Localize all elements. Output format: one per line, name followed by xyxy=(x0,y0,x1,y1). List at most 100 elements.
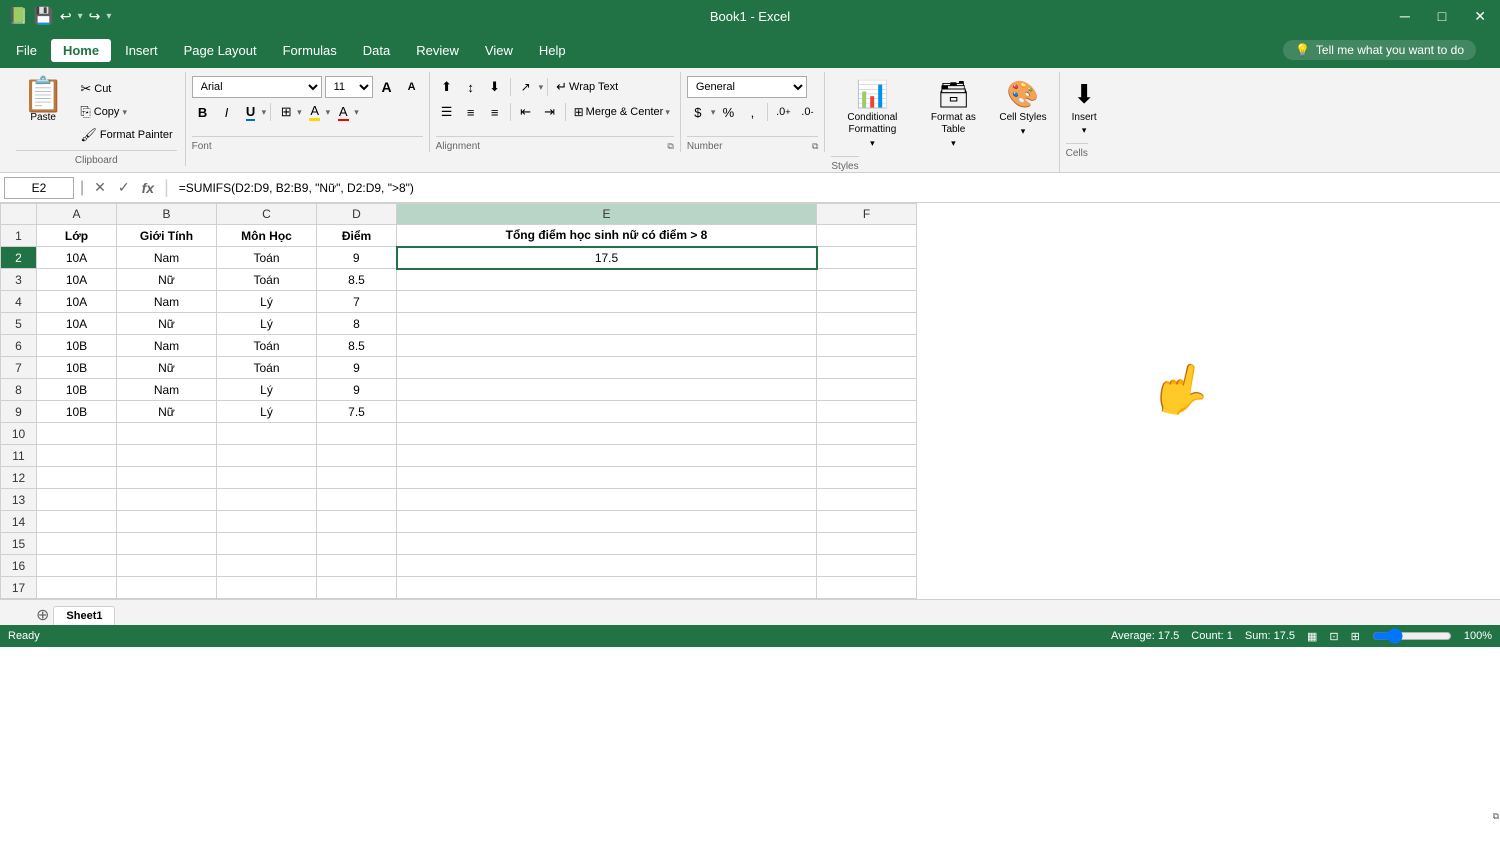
cell-c2[interactable]: Toán xyxy=(217,247,317,269)
cell-f10[interactable] xyxy=(817,423,917,445)
cell-c11[interactable] xyxy=(217,445,317,467)
cell-c8[interactable]: Lý xyxy=(217,379,317,401)
cell-d5[interactable]: 8 xyxy=(317,313,397,335)
row-header-17[interactable]: 17 xyxy=(1,577,37,599)
cell-a7[interactable]: 10B xyxy=(37,357,117,379)
format-painter-button[interactable]: 🖌 Format Painter xyxy=(76,124,176,146)
quick-access-more[interactable]: ▾ xyxy=(106,11,111,22)
cell-a8[interactable]: 10B xyxy=(37,379,117,401)
cell-e15[interactable] xyxy=(397,533,817,555)
cell-d15[interactable] xyxy=(317,533,397,555)
cell-b9[interactable]: Nữ xyxy=(117,401,217,423)
font-color-dropdown[interactable]: ▾ xyxy=(354,107,359,118)
row-header-3[interactable]: 3 xyxy=(1,269,37,291)
wrap-text-button[interactable]: ↵ Wrap Text xyxy=(552,76,622,98)
cell-b12[interactable] xyxy=(117,467,217,489)
fill-color-dropdown[interactable]: ▾ xyxy=(326,107,331,118)
cell-b13[interactable] xyxy=(117,489,217,511)
insert-cells-button[interactable]: ⬇ Insert ▾ xyxy=(1066,76,1103,139)
decrease-font-button[interactable]: A xyxy=(401,76,423,98)
clipboard-expand[interactable]: ⧉ xyxy=(1493,811,1499,822)
font-color-button[interactable]: A xyxy=(332,101,354,123)
cell-a13[interactable] xyxy=(37,489,117,511)
col-header-a[interactable]: A xyxy=(37,204,117,225)
cut-button[interactable]: ✂ Cut xyxy=(76,78,176,100)
cell-e5[interactable] xyxy=(397,313,817,335)
col-header-e[interactable]: E xyxy=(397,204,817,225)
cell-reference-input[interactable] xyxy=(4,177,74,199)
title-bar-controls[interactable]: 📗 💾 ↩ ▾ ↪ ▾ xyxy=(8,6,111,26)
cell-a17[interactable] xyxy=(37,577,117,599)
row-header-14[interactable]: 14 xyxy=(1,511,37,533)
row-header-16[interactable]: 16 xyxy=(1,555,37,577)
align-left-button[interactable]: ☰ xyxy=(436,101,458,123)
cell-a10[interactable] xyxy=(37,423,117,445)
menu-insert[interactable]: Insert xyxy=(113,39,170,62)
underline-button[interactable]: U xyxy=(240,101,262,123)
cell-d16[interactable] xyxy=(317,555,397,577)
cell-a5[interactable]: 10A xyxy=(37,313,117,335)
cell-b16[interactable] xyxy=(117,555,217,577)
undo-dropdown-icon[interactable]: ▾ xyxy=(78,11,83,22)
page-layout-view-icon[interactable]: ⊡ xyxy=(1329,630,1338,643)
cell-f4[interactable] xyxy=(817,291,917,313)
align-center-button[interactable]: ≡ xyxy=(460,101,482,123)
font-size-select[interactable]: 11 xyxy=(325,76,373,98)
cell-c9[interactable]: Lý xyxy=(217,401,317,423)
minimize-btn[interactable]: ─ xyxy=(1386,0,1424,32)
menu-file[interactable]: File xyxy=(4,39,49,62)
cell-b8[interactable]: Nam xyxy=(117,379,217,401)
cell-e9[interactable] xyxy=(397,401,817,423)
underline-dropdown[interactable]: ▾ xyxy=(262,107,267,118)
menu-home[interactable]: Home xyxy=(51,39,111,62)
cell-f15[interactable] xyxy=(817,533,917,555)
align-bottom-button[interactable]: ⬇ xyxy=(484,76,506,98)
cell-c10[interactable] xyxy=(217,423,317,445)
cell-b5[interactable]: Nữ xyxy=(117,313,217,335)
cell-b11[interactable] xyxy=(117,445,217,467)
cell-b3[interactable]: Nữ xyxy=(117,269,217,291)
cell-f3[interactable] xyxy=(817,269,917,291)
row-header-9[interactable]: 9 xyxy=(1,401,37,423)
italic-button[interactable]: I xyxy=(216,101,238,123)
cell-d1[interactable]: Điểm xyxy=(317,225,397,247)
cell-e10[interactable] xyxy=(397,423,817,445)
increase-font-button[interactable]: A xyxy=(376,76,398,98)
new-sheet-button[interactable]: ⊕ xyxy=(36,605,49,625)
cell-c15[interactable] xyxy=(217,533,317,555)
cell-c13[interactable] xyxy=(217,489,317,511)
decrease-decimal-button[interactable]: .0- xyxy=(796,101,818,123)
increase-indent-button[interactable]: ⇥ xyxy=(539,101,561,123)
cell-d8[interactable]: 9 xyxy=(317,379,397,401)
cond-format-dropdown[interactable]: ▾ xyxy=(870,138,875,149)
cell-f13[interactable] xyxy=(817,489,917,511)
cell-c5[interactable]: Lý xyxy=(217,313,317,335)
cell-c17[interactable] xyxy=(217,577,317,599)
cell-f11[interactable] xyxy=(817,445,917,467)
cell-a2[interactable]: 10A xyxy=(37,247,117,269)
row-header-5[interactable]: 5 xyxy=(1,313,37,335)
confirm-formula-button[interactable]: ✓ xyxy=(114,177,134,198)
row-header-4[interactable]: 4 xyxy=(1,291,37,313)
conditional-formatting-button[interactable]: 📊 Conditional Formatting ▾ xyxy=(831,76,913,152)
page-break-view-icon[interactable]: ⊞ xyxy=(1351,630,1360,643)
cell-e6[interactable] xyxy=(397,335,817,357)
cell-a14[interactable] xyxy=(37,511,117,533)
cell-c6[interactable]: Toán xyxy=(217,335,317,357)
cell-f17[interactable] xyxy=(817,577,917,599)
insert-dropdown[interactable]: ▾ xyxy=(1082,125,1087,136)
col-header-b[interactable]: B xyxy=(117,204,217,225)
copy-dropdown[interactable]: ▾ xyxy=(122,107,127,118)
row-header-10[interactable]: 10 xyxy=(1,423,37,445)
cell-a6[interactable]: 10B xyxy=(37,335,117,357)
cell-e14[interactable] xyxy=(397,511,817,533)
row-header-15[interactable]: 15 xyxy=(1,533,37,555)
cell-d11[interactable] xyxy=(317,445,397,467)
cancel-formula-button[interactable]: ✕ xyxy=(90,177,110,198)
cell-d17[interactable] xyxy=(317,577,397,599)
menu-formulas[interactable]: Formulas xyxy=(271,39,349,62)
percent-button[interactable]: % xyxy=(717,101,739,123)
menu-view[interactable]: View xyxy=(473,39,525,62)
menu-data[interactable]: Data xyxy=(351,39,402,62)
row-header-8[interactable]: 8 xyxy=(1,379,37,401)
